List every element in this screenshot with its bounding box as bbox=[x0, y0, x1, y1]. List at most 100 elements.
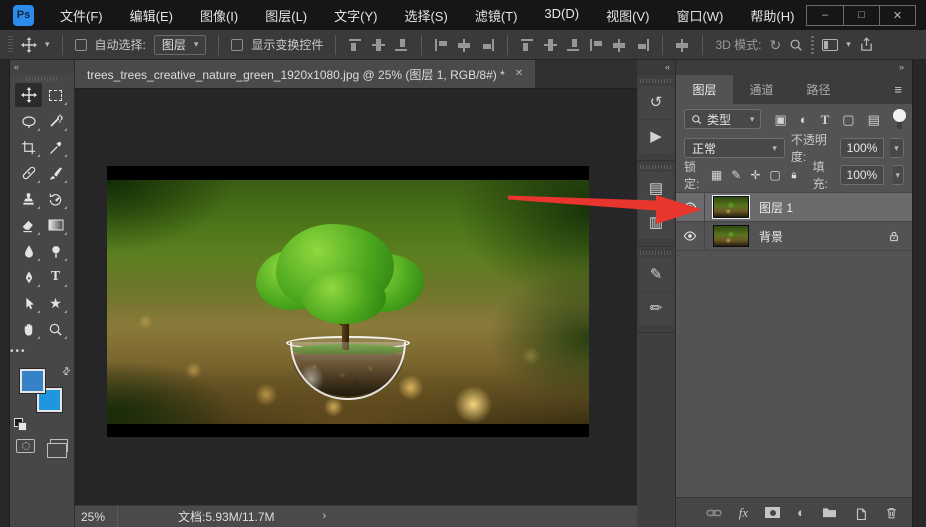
foreground-color-swatch[interactable] bbox=[20, 369, 45, 393]
eraser-tool[interactable] bbox=[15, 213, 42, 237]
brush-settings-panel-button[interactable]: ✎ bbox=[639, 258, 673, 291]
new-adjustment-layer-icon[interactable]: ◐ bbox=[797, 506, 805, 519]
layer1-thumbnail[interactable] bbox=[713, 196, 749, 218]
distribute-spacing-icon[interactable] bbox=[675, 38, 690, 52]
menu-help[interactable]: 帮助(H) bbox=[750, 6, 794, 25]
layer-row-background[interactable]: 背景 bbox=[676, 222, 912, 251]
background-visibility-toggle[interactable] bbox=[676, 222, 705, 250]
pen-tool[interactable] bbox=[15, 265, 42, 289]
brushes-panel-button[interactable]: ✏ bbox=[639, 292, 673, 325]
collapse-dock-icon[interactable]: » bbox=[899, 63, 904, 72]
magic-wand-tool[interactable] bbox=[42, 109, 69, 133]
filter-shape-layers-icon[interactable]: ▢ bbox=[842, 113, 854, 126]
show-transform-checkbox[interactable] bbox=[231, 39, 243, 51]
info-panel-button[interactable]: ▥ bbox=[639, 206, 673, 239]
close-button[interactable]: ✕ bbox=[879, 6, 915, 25]
tab-channels[interactable]: 通道 bbox=[733, 75, 790, 104]
blend-mode-dropdown[interactable]: 正常 ▾ bbox=[684, 138, 785, 158]
distribute-left-icon[interactable] bbox=[589, 38, 604, 52]
menu-window[interactable]: 窗口(W) bbox=[676, 6, 723, 25]
3d-zoom-icon[interactable] bbox=[789, 38, 803, 52]
menu-3d[interactable]: 3D(D) bbox=[544, 6, 579, 25]
distribute-horizontal-icon[interactable] bbox=[612, 38, 627, 52]
filter-adjustment-layers-icon[interactable]: ◐ bbox=[800, 113, 808, 126]
layer-style-fx-icon[interactable]: fx bbox=[739, 506, 748, 519]
distribute-bottom-icon[interactable] bbox=[566, 38, 581, 52]
link-layers-icon[interactable] bbox=[706, 507, 722, 519]
panel-menu-icon[interactable]: ≡ bbox=[894, 83, 902, 96]
menu-image[interactable]: 图像(I) bbox=[200, 6, 238, 25]
menu-filter[interactable]: 滤镜(T) bbox=[475, 6, 518, 25]
filter-type-dropdown[interactable]: 类型 ▾ bbox=[684, 109, 761, 129]
lasso-tool[interactable] bbox=[15, 109, 42, 133]
new-layer-icon[interactable] bbox=[854, 506, 868, 520]
lock-position-icon[interactable]: ✛ bbox=[750, 169, 760, 181]
delete-layer-icon[interactable] bbox=[885, 506, 898, 520]
crop-tool[interactable] bbox=[15, 135, 42, 159]
pasteboard[interactable] bbox=[75, 89, 637, 505]
tab-layers[interactable]: 图层 bbox=[676, 75, 733, 104]
dodge-tool[interactable] bbox=[42, 239, 69, 263]
eyedropper-tool[interactable] bbox=[42, 135, 69, 159]
properties-panel-button[interactable]: ▤ bbox=[639, 172, 673, 205]
marquee-tool[interactable] bbox=[42, 83, 69, 107]
distribute-right-icon[interactable] bbox=[635, 38, 650, 52]
workspace-icon[interactable] bbox=[822, 39, 838, 51]
default-colors-icon[interactable] bbox=[14, 418, 23, 427]
add-layer-mask-icon[interactable] bbox=[765, 507, 780, 518]
healing-brush-tool[interactable] bbox=[15, 161, 42, 185]
tab-paths[interactable]: 路径 bbox=[790, 75, 847, 104]
fill-caret[interactable]: ▾ bbox=[893, 165, 904, 185]
options-grip[interactable] bbox=[8, 36, 13, 54]
canvas-image[interactable] bbox=[107, 166, 589, 437]
move-tool[interactable] bbox=[15, 83, 42, 107]
menu-select[interactable]: 选择(S) bbox=[404, 6, 447, 25]
maximize-button[interactable]: □ bbox=[843, 6, 879, 25]
share-icon[interactable] bbox=[859, 37, 874, 52]
blur-tool[interactable] bbox=[15, 239, 42, 263]
menu-layer[interactable]: 图层(L) bbox=[265, 6, 307, 25]
background-thumbnail[interactable] bbox=[713, 225, 749, 247]
menu-file[interactable]: 文件(F) bbox=[60, 6, 103, 25]
distribute-vertical-icon[interactable] bbox=[543, 38, 558, 52]
opacity-caret[interactable]: ▾ bbox=[890, 138, 904, 158]
collapse-tools-icon[interactable]: « bbox=[14, 63, 19, 72]
filter-type-layers-icon[interactable]: T bbox=[821, 113, 830, 126]
align-top-edges-icon[interactable] bbox=[348, 38, 363, 52]
align-left-edges-icon[interactable] bbox=[434, 38, 449, 52]
align-right-edges-icon[interactable] bbox=[480, 38, 495, 52]
status-chevron-icon[interactable]: › bbox=[323, 511, 327, 522]
new-group-icon[interactable] bbox=[822, 506, 837, 519]
fill-field[interactable]: 100% bbox=[840, 165, 884, 185]
auto-select-checkbox[interactable] bbox=[75, 39, 87, 51]
menu-view[interactable]: 视图(V) bbox=[606, 6, 649, 25]
tools-grip[interactable] bbox=[10, 75, 74, 83]
swap-colors-icon[interactable]: ⇄ bbox=[60, 365, 73, 378]
3d-rotate-icon[interactable]: ↻ bbox=[769, 38, 781, 52]
gradient-tool[interactable] bbox=[42, 213, 69, 237]
layer1-name[interactable]: 图层 1 bbox=[759, 199, 793, 216]
layer-row-layer1[interactable]: 图层 1 bbox=[676, 193, 912, 222]
tool-preset-caret-icon[interactable]: ▾ bbox=[45, 40, 50, 49]
document-tab[interactable]: trees_trees_creative_nature_green_1920x1… bbox=[75, 60, 535, 88]
filter-pixel-layers-icon[interactable]: ▣ bbox=[774, 113, 786, 126]
zoom-level-field[interactable]: 25% bbox=[75, 506, 118, 527]
quick-mask-button[interactable] bbox=[16, 439, 35, 453]
lock-all-icon[interactable] bbox=[790, 169, 798, 182]
minimize-button[interactable]: – bbox=[807, 6, 843, 25]
path-selection-tool[interactable] bbox=[15, 291, 42, 315]
background-name[interactable]: 背景 bbox=[759, 228, 783, 245]
lock-image-pixels-icon[interactable]: ✎ bbox=[731, 169, 741, 181]
workspace-caret-icon[interactable]: ▾ bbox=[846, 40, 851, 49]
lock-artboard-icon[interactable]: ▢ bbox=[769, 169, 780, 181]
type-tool[interactable]: T bbox=[42, 265, 69, 289]
align-vertical-centers-icon[interactable] bbox=[371, 38, 386, 52]
clone-stamp-tool[interactable] bbox=[15, 187, 42, 211]
actions-panel-button[interactable]: ▶ bbox=[639, 120, 673, 153]
edit-toolbar-icon[interactable]: ••• bbox=[10, 347, 27, 357]
distribute-top-icon[interactable] bbox=[520, 38, 535, 52]
menu-edit[interactable]: 编辑(E) bbox=[130, 6, 173, 25]
auto-select-target-dropdown[interactable]: 图层 ▾ bbox=[154, 35, 207, 55]
expand-panels-icon[interactable]: « bbox=[665, 63, 670, 72]
layer1-visibility-toggle[interactable] bbox=[676, 193, 705, 221]
